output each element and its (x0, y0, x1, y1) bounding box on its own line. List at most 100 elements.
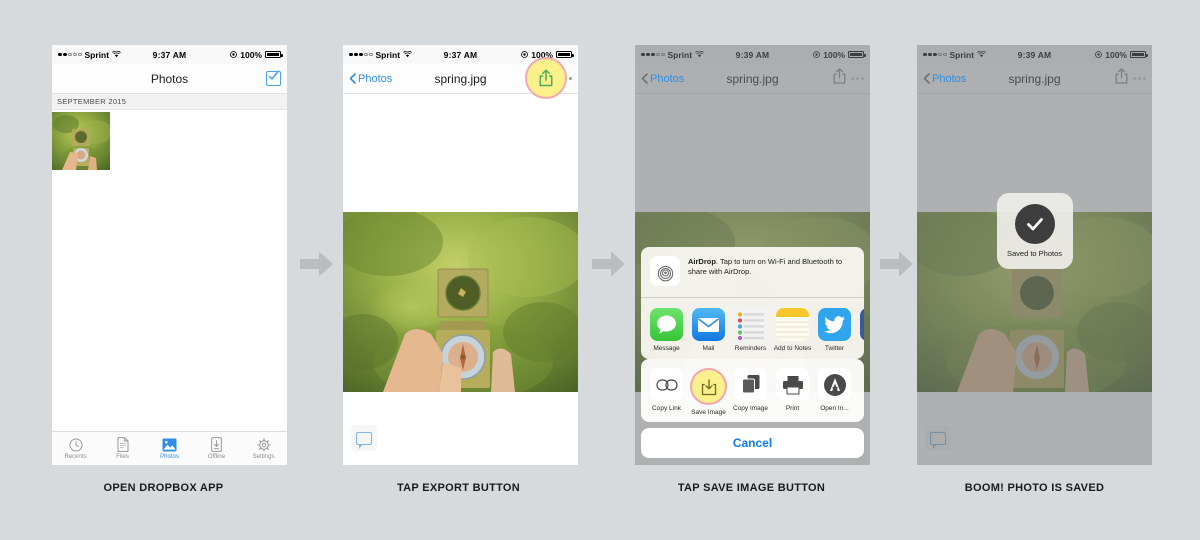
action-label: Copy Image (732, 405, 769, 412)
share-export-icon-highlighted[interactable] (539, 69, 553, 92)
back-label: Photos (358, 72, 393, 85)
share-app-reminders[interactable]: Reminders (734, 308, 767, 352)
reminders-icon (734, 308, 767, 341)
share-app-label: Add to Notes (773, 345, 812, 352)
page-title: Photos (150, 71, 189, 86)
gear-icon (256, 437, 271, 452)
photo-viewer-2 (343, 94, 578, 465)
chevron-left-icon (641, 73, 648, 84)
tab-label: Recents (64, 453, 87, 460)
wifi-icon (112, 51, 121, 58)
tab-label: Files (116, 454, 129, 460)
share-sheet: AirDrop. Tap to turn on Wi-Fi and Blueto… (635, 247, 870, 465)
tab-settings[interactable]: Settings (240, 437, 287, 460)
step-open-dropbox-app: Sprint 9:37 AM 100% Photos SEPTEMBER 201… (52, 45, 287, 465)
back-label: Photos (932, 72, 967, 85)
airdrop-title: AirDrop (688, 257, 716, 266)
share-app-notes[interactable]: Add to Notes (773, 308, 812, 352)
share-app-twitter[interactable]: Twitter (818, 308, 851, 352)
location-icon (521, 51, 529, 58)
step-tap-export-button: Sprint 9:37 AM 100% Photos spring.jpg (343, 45, 578, 465)
back-button[interactable]: Photos (923, 73, 966, 85)
ellipsis-icon[interactable] (851, 77, 864, 80)
arrow-right-icon (880, 251, 913, 277)
chevron-left-icon (923, 73, 930, 84)
step-tap-save-image-button: Sprint 9:39 AM 100% Photos (635, 45, 870, 465)
back-button[interactable]: Photos (641, 73, 684, 85)
share-sheet-card: AirDrop. Tap to turn on Wi-Fi and Blueto… (641, 247, 864, 359)
ellipsis-icon[interactable] (1133, 77, 1146, 80)
cancel-button[interactable]: Cancel (641, 428, 864, 458)
saved-to-photos-hud: Saved to Photos (996, 193, 1073, 269)
section-header: SEPTEMBER 2015 (52, 94, 287, 110)
copy-image-icon (734, 368, 767, 401)
battery-percent: 100% (240, 49, 262, 60)
photo-grid (52, 110, 287, 170)
photo-thumbnail[interactable] (52, 112, 110, 170)
tab-recents[interactable]: Recents (52, 438, 99, 460)
airdrop-icon (650, 256, 680, 286)
back-label: Photos (650, 72, 685, 85)
share-app-message[interactable]: Message (650, 308, 683, 352)
share-export-icon[interactable] (833, 68, 846, 89)
hud-label: Saved to Photos (1006, 249, 1063, 258)
airdrop-text: AirDrop. Tap to turn on Wi-Fi and Blueto… (688, 256, 855, 277)
status-time: 9:37 AM (152, 49, 187, 60)
action-copy-link[interactable]: Copy Link (650, 368, 683, 416)
action-save-image[interactable]: Save Image (690, 368, 727, 416)
comment-bubble-icon (356, 431, 372, 449)
phone-screen-1: Sprint 9:37 AM 100% Photos SEPTEMBER 201… (52, 45, 287, 465)
save-image-icon (690, 368, 727, 405)
tab-photos[interactable]: Photos (146, 438, 193, 460)
facebook-icon (860, 308, 864, 341)
photo-container (343, 212, 578, 392)
link-icon (650, 368, 683, 401)
share-app-mail[interactable]: Mail (692, 308, 725, 352)
arrow-step-1-to-2 (300, 250, 334, 278)
battery-icon (265, 50, 283, 59)
share-app-label: Reminders (734, 345, 767, 352)
location-icon (230, 51, 238, 58)
share-app-facebook[interactable] (860, 308, 864, 352)
phone-screen-2: Sprint 9:37 AM 100% Photos spring.jpg (343, 45, 578, 465)
signal-dots-icon (58, 52, 82, 57)
action-label: Open In... (820, 405, 849, 412)
tab-files[interactable]: Files (99, 437, 146, 460)
battery-icon (556, 50, 574, 59)
arrow-step-3-to-4 (880, 250, 914, 278)
select-checkbox-icon[interactable] (266, 70, 281, 86)
wifi-icon (403, 51, 412, 58)
tab-label: Settings (252, 453, 275, 460)
action-copy-image[interactable]: Copy Image (732, 368, 769, 416)
tab-offline[interactable]: Offline (193, 437, 240, 460)
download-phone-icon (211, 437, 222, 452)
status-time: 9:37 AM (443, 49, 478, 60)
clock-icon (69, 438, 82, 451)
photo-icon (162, 438, 177, 451)
checkmark-icon (1014, 204, 1055, 244)
mail-icon (692, 308, 725, 341)
comment-button[interactable] (351, 425, 377, 451)
phone-screen-3: Sprint 9:39 AM 100% Photos (635, 45, 870, 465)
airdrop-row[interactable]: AirDrop. Tap to turn on Wi-Fi and Blueto… (641, 247, 864, 298)
phone-screen-4: Sprint 9:39 AM 100% Photos (917, 45, 1152, 465)
carrier-label: Sprint (375, 49, 401, 60)
share-action-row: Copy Link Save Image Copy Image Print Op… (641, 359, 864, 422)
share-app-label: Message (653, 345, 680, 352)
share-app-row: Message Mail Reminders Add to Notes Twit… (641, 298, 864, 359)
tab-bar: Recents Files Photos Offline Settings (52, 431, 287, 465)
action-label: Copy Link (652, 405, 681, 412)
document-icon (117, 437, 128, 452)
action-print[interactable]: Print (776, 368, 809, 416)
arrow-right-icon (592, 251, 625, 277)
tutorial-stage: Sprint 9:37 AM 100% Photos SEPTEMBER 201… (0, 0, 1200, 540)
caption-step-2: TAP EXPORT BUTTON (396, 482, 521, 494)
share-export-icon[interactable] (1115, 68, 1128, 89)
action-label: Print (785, 405, 800, 412)
signal-dots-icon (349, 52, 373, 57)
caption-step-1: OPEN DROPBOX APP (103, 482, 224, 494)
back-button[interactable]: Photos (349, 73, 392, 85)
action-open-in[interactable]: Open In... (818, 368, 851, 416)
tab-label: Photos (160, 453, 179, 460)
caption-step-3: TAP SAVE IMAGE BUTTON (677, 482, 826, 494)
